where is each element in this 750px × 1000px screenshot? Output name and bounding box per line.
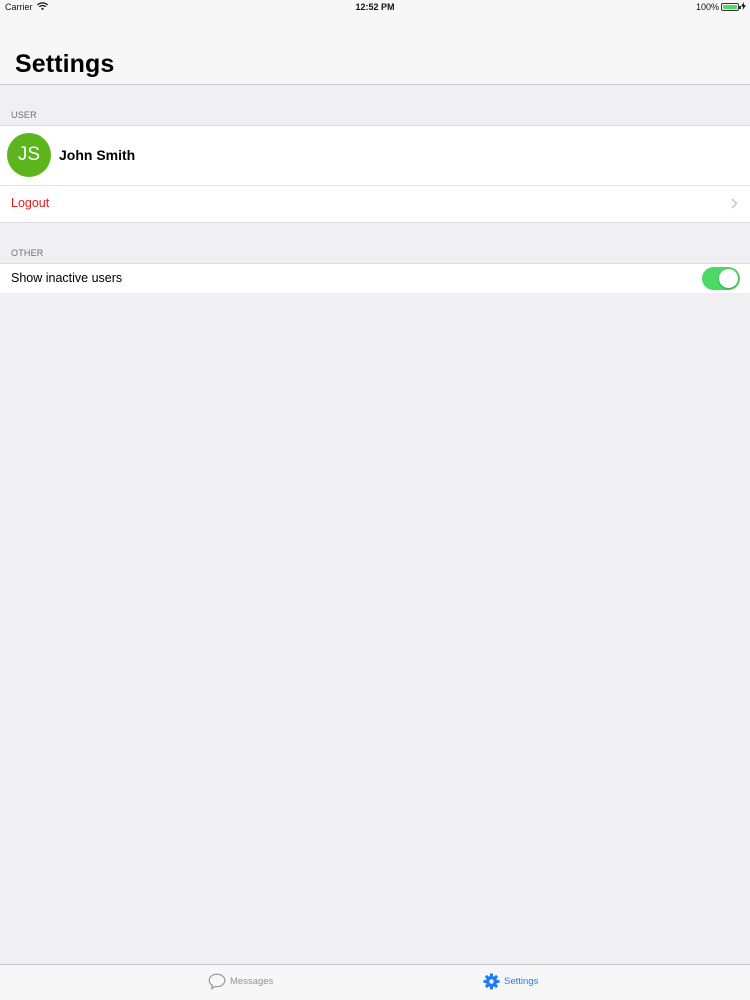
avatar: JS	[7, 133, 51, 177]
gear-icon	[483, 973, 500, 990]
battery-percent: 100%	[695, 2, 719, 12]
charging-bolt-icon	[741, 2, 746, 12]
tab-bar: Messages Settings	[0, 964, 750, 1000]
battery-level	[723, 5, 737, 9]
logout-row[interactable]: Logout	[0, 185, 750, 222]
page-title: Settings	[15, 50, 115, 78]
section-header-other: OTHER	[11, 248, 44, 258]
status-bar: Carrier 12:52 PM 100%	[0, 0, 750, 14]
user-name: John Smith	[59, 147, 136, 163]
user-row[interactable]: JS John Smith	[0, 126, 750, 185]
speech-bubble-icon	[208, 973, 226, 990]
show-inactive-row: Show inactive users	[0, 264, 750, 293]
navigation-bar: Settings	[0, 14, 750, 85]
tab-messages-label: Messages	[230, 976, 274, 987]
tab-messages[interactable]: Messages	[208, 973, 273, 990]
chevron-right-icon	[731, 196, 738, 212]
battery-icon	[721, 3, 741, 11]
settings-screen: Carrier 12:52 PM 100% Settings USER JS J…	[0, 0, 750, 1000]
status-time: 12:52 PM	[355, 2, 395, 12]
show-inactive-label: Show inactive users	[11, 271, 123, 285]
logout-button[interactable]: Logout	[11, 196, 49, 210]
other-group: Show inactive users	[0, 263, 750, 293]
toggle-knob	[719, 269, 738, 288]
user-group: JS John Smith Logout	[0, 125, 750, 223]
section-header-user: USER	[11, 110, 37, 120]
tab-settings-label: Settings	[504, 976, 539, 987]
show-inactive-toggle[interactable]	[702, 267, 740, 290]
status-right: 100%	[696, 2, 746, 12]
tab-settings[interactable]: Settings	[483, 973, 538, 990]
